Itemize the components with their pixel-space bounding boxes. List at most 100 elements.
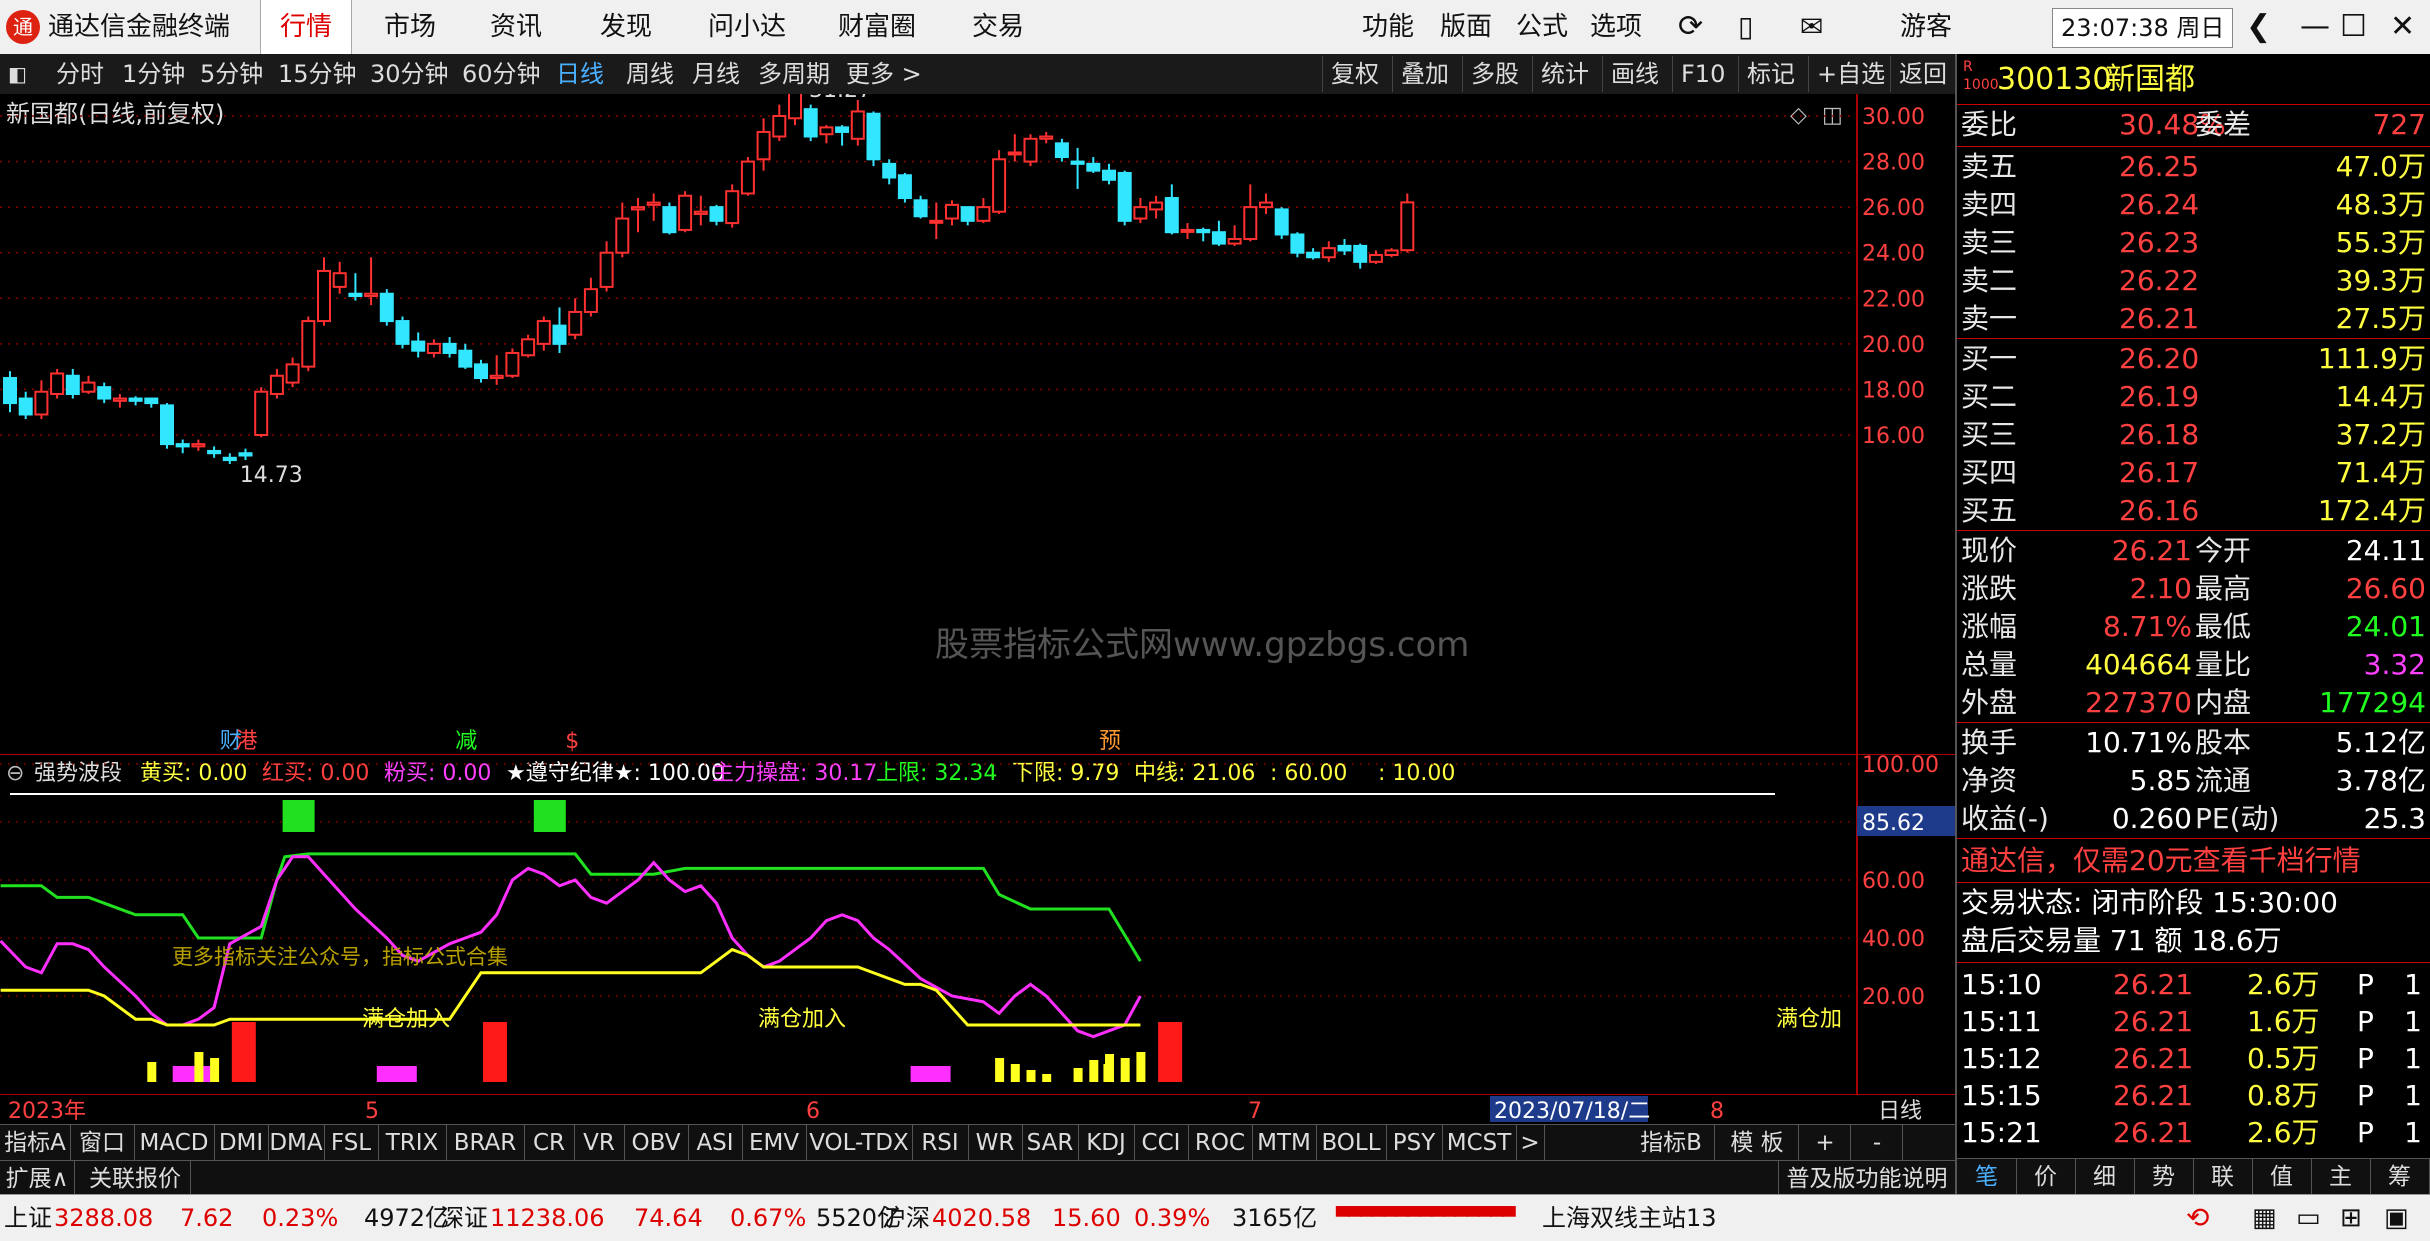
btn-f10[interactable]: F10	[1672, 56, 1733, 92]
indicator-tab[interactable]: DMA	[268, 1125, 325, 1161]
quote-bottom-tab[interactable]: 主	[2311, 1159, 2371, 1195]
back-arrow-icon[interactable]: ❮	[2246, 0, 2271, 54]
indicator-tab[interactable]: MACD	[134, 1125, 215, 1161]
expand-button[interactable]: 扩展∧	[0, 1161, 75, 1197]
refresh-icon[interactable]: ⟳	[1678, 0, 1703, 54]
bid-level-row[interactable]: 买四 26.17 71.4万	[1957, 454, 2430, 492]
period-weekly[interactable]: 周线	[626, 54, 674, 94]
period-multi[interactable]: 多周期	[758, 54, 830, 94]
indicator-tab[interactable]: MTM	[1252, 1125, 1317, 1161]
period-30min[interactable]: 30分钟	[370, 54, 449, 94]
indicator-tab[interactable]: 模 板	[1716, 1125, 1799, 1161]
btn-draw[interactable]: 画线	[1602, 56, 1667, 92]
indicator-tab[interactable]: WR	[968, 1125, 1023, 1161]
btn-multi-stock[interactable]: 多股	[1462, 56, 1527, 92]
menu-discover[interactable]: 发现	[600, 0, 652, 54]
period-60min[interactable]: 60分钟	[462, 54, 541, 94]
event-marker[interactable]: 预	[1099, 729, 1121, 754]
indicator-tab[interactable]: FSL	[324, 1125, 379, 1161]
indicator-tab[interactable]: MCST	[1442, 1125, 1517, 1161]
period-5min[interactable]: 5分钟	[200, 54, 263, 94]
ask-level-row[interactable]: 卖五 26.25 47.0万	[1957, 148, 2430, 186]
user-label[interactable]: 游客	[1900, 0, 1952, 54]
btn-adjust[interactable]: 复权	[1322, 56, 1387, 92]
btn-return[interactable]: 返回	[1890, 56, 1955, 92]
ask-level-row[interactable]: 卖二 26.22 39.3万	[1957, 262, 2430, 300]
ask-level-row[interactable]: 卖一 26.21 27.5万	[1957, 300, 2430, 338]
indicator-tab[interactable]: >	[1516, 1125, 1545, 1161]
phone-icon[interactable]: ▯	[1738, 0, 1753, 54]
indicator-menu-icon[interactable]: ⊖	[6, 761, 24, 786]
btn-add-watchlist[interactable]: +自选	[1808, 56, 1893, 92]
window-icon[interactable]: ▣	[2384, 1195, 2409, 1241]
indicator-tab[interactable]: SAR	[1022, 1125, 1079, 1161]
indicator-tab[interactable]: OBV	[624, 1125, 689, 1161]
related-quote-tab[interactable]: 关联报价	[80, 1161, 191, 1197]
maximize-icon[interactable]: ☐	[2340, 0, 2367, 54]
quote-bottom-tab[interactable]: 势	[2134, 1159, 2194, 1195]
indicator-tab[interactable]: +	[1800, 1125, 1851, 1161]
menu-ask[interactable]: 问小达	[708, 0, 786, 54]
indicator-tab[interactable]: 窗口	[70, 1125, 135, 1161]
menu-function[interactable]: 功能	[1362, 0, 1414, 54]
indicator-tab[interactable]: RSI	[912, 1125, 969, 1161]
bid-level-row[interactable]: 买五 26.16 172.4万	[1957, 492, 2430, 530]
quote-bottom-tab[interactable]: 值	[2252, 1159, 2312, 1195]
menu-news[interactable]: 资讯	[490, 0, 542, 54]
period-tick[interactable]: 分时	[56, 54, 104, 94]
grid-icon[interactable]: ⊞	[2340, 1195, 2362, 1241]
quote-bottom-tab[interactable]: 价	[2016, 1159, 2076, 1195]
indicator-tab[interactable]: -	[1852, 1125, 1903, 1161]
candlestick-chart[interactable]: 新国都(日线,前复权) ◇ ◫ 股票指标公式网www.gpzbgs.com 30…	[0, 94, 1955, 754]
indicator-tab[interactable]: ROC	[1188, 1125, 1253, 1161]
event-marker[interactable]: $	[565, 729, 579, 754]
indicator-tab[interactable]: VOL-TDX	[806, 1125, 913, 1161]
sync-icon[interactable]: ⟲	[2186, 1195, 2209, 1241]
indicator-panel[interactable]: ⊖ 强势波段 黄买: 0.00 红买: 0.00 粉买: 0.00 ★遵守纪律★: 1…	[0, 754, 1955, 1094]
indicator-tab[interactable]: KDJ	[1078, 1125, 1135, 1161]
menu-quotes[interactable]: 行情	[260, 0, 352, 54]
menu-market[interactable]: 市场	[384, 0, 436, 54]
indicator-tab[interactable]: CR	[524, 1125, 575, 1161]
mail-icon[interactable]: ✉	[1800, 0, 1823, 54]
period-15min[interactable]: 15分钟	[278, 54, 357, 94]
menu-options[interactable]: 选项	[1590, 0, 1642, 54]
indicator-tab[interactable]: BRAR	[446, 1125, 525, 1161]
period-more[interactable]: 更多 >	[846, 54, 922, 94]
ask-level-row[interactable]: 卖四 26.24 48.3万	[1957, 186, 2430, 224]
period-1min[interactable]: 1分钟	[122, 54, 185, 94]
bid-level-row[interactable]: 买三 26.18 37.2万	[1957, 416, 2430, 454]
indicator-tab[interactable]: CCI	[1134, 1125, 1189, 1161]
quote-bottom-tab[interactable]: 筹	[2370, 1159, 2430, 1195]
event-marker[interactable]: 港	[236, 729, 258, 754]
indicator-tab[interactable]: TRIX	[378, 1125, 447, 1161]
indicator-tab[interactable]: 指标B	[1628, 1125, 1715, 1161]
quote-bottom-tab[interactable]: 笔	[1957, 1159, 2017, 1195]
indicator-tab[interactable]: PSY	[1386, 1125, 1443, 1161]
indicator-tab[interactable]: VR	[574, 1125, 625, 1161]
btn-stats[interactable]: 统计	[1532, 56, 1597, 92]
event-marker[interactable]: 减	[455, 729, 477, 754]
bid-level-row[interactable]: 买二 26.19 14.4万	[1957, 378, 2430, 416]
close-icon[interactable]: ✕	[2390, 0, 2415, 54]
server-name[interactable]: 上海双线主站13	[1542, 1195, 1717, 1241]
quote-bottom-tab[interactable]: 细	[2075, 1159, 2135, 1195]
ad-banner[interactable]: 通达信，仅需20元查看千档行情	[1957, 842, 2430, 880]
menu-wealth[interactable]: 财富圈	[838, 0, 916, 54]
monitor-icon[interactable]: ▭	[2296, 1195, 2321, 1241]
bid-level-row[interactable]: 买一 26.20 111.9万	[1957, 340, 2430, 378]
calc-icon[interactable]: ▦	[2252, 1195, 2277, 1241]
help-link[interactable]: 普及版功能说明	[1778, 1161, 1956, 1197]
period-daily[interactable]: 日线	[556, 54, 604, 94]
indicator-tab[interactable]: BOLL	[1316, 1125, 1387, 1161]
menu-formula[interactable]: 公式	[1516, 0, 1568, 54]
quote-bottom-tab[interactable]: 联	[2193, 1159, 2253, 1195]
indicator-tab[interactable]: 指标A	[0, 1125, 71, 1161]
panel-toggle-icon[interactable]: ◧	[8, 54, 27, 94]
btn-overlay[interactable]: 叠加	[1392, 56, 1457, 92]
menu-layout[interactable]: 版面	[1440, 0, 1492, 54]
indicator-tab[interactable]: EMV	[742, 1125, 807, 1161]
minimize-icon[interactable]: —	[2300, 0, 2330, 54]
indicator-tab[interactable]: DMI	[214, 1125, 269, 1161]
indicator-tab[interactable]: ASI	[688, 1125, 743, 1161]
